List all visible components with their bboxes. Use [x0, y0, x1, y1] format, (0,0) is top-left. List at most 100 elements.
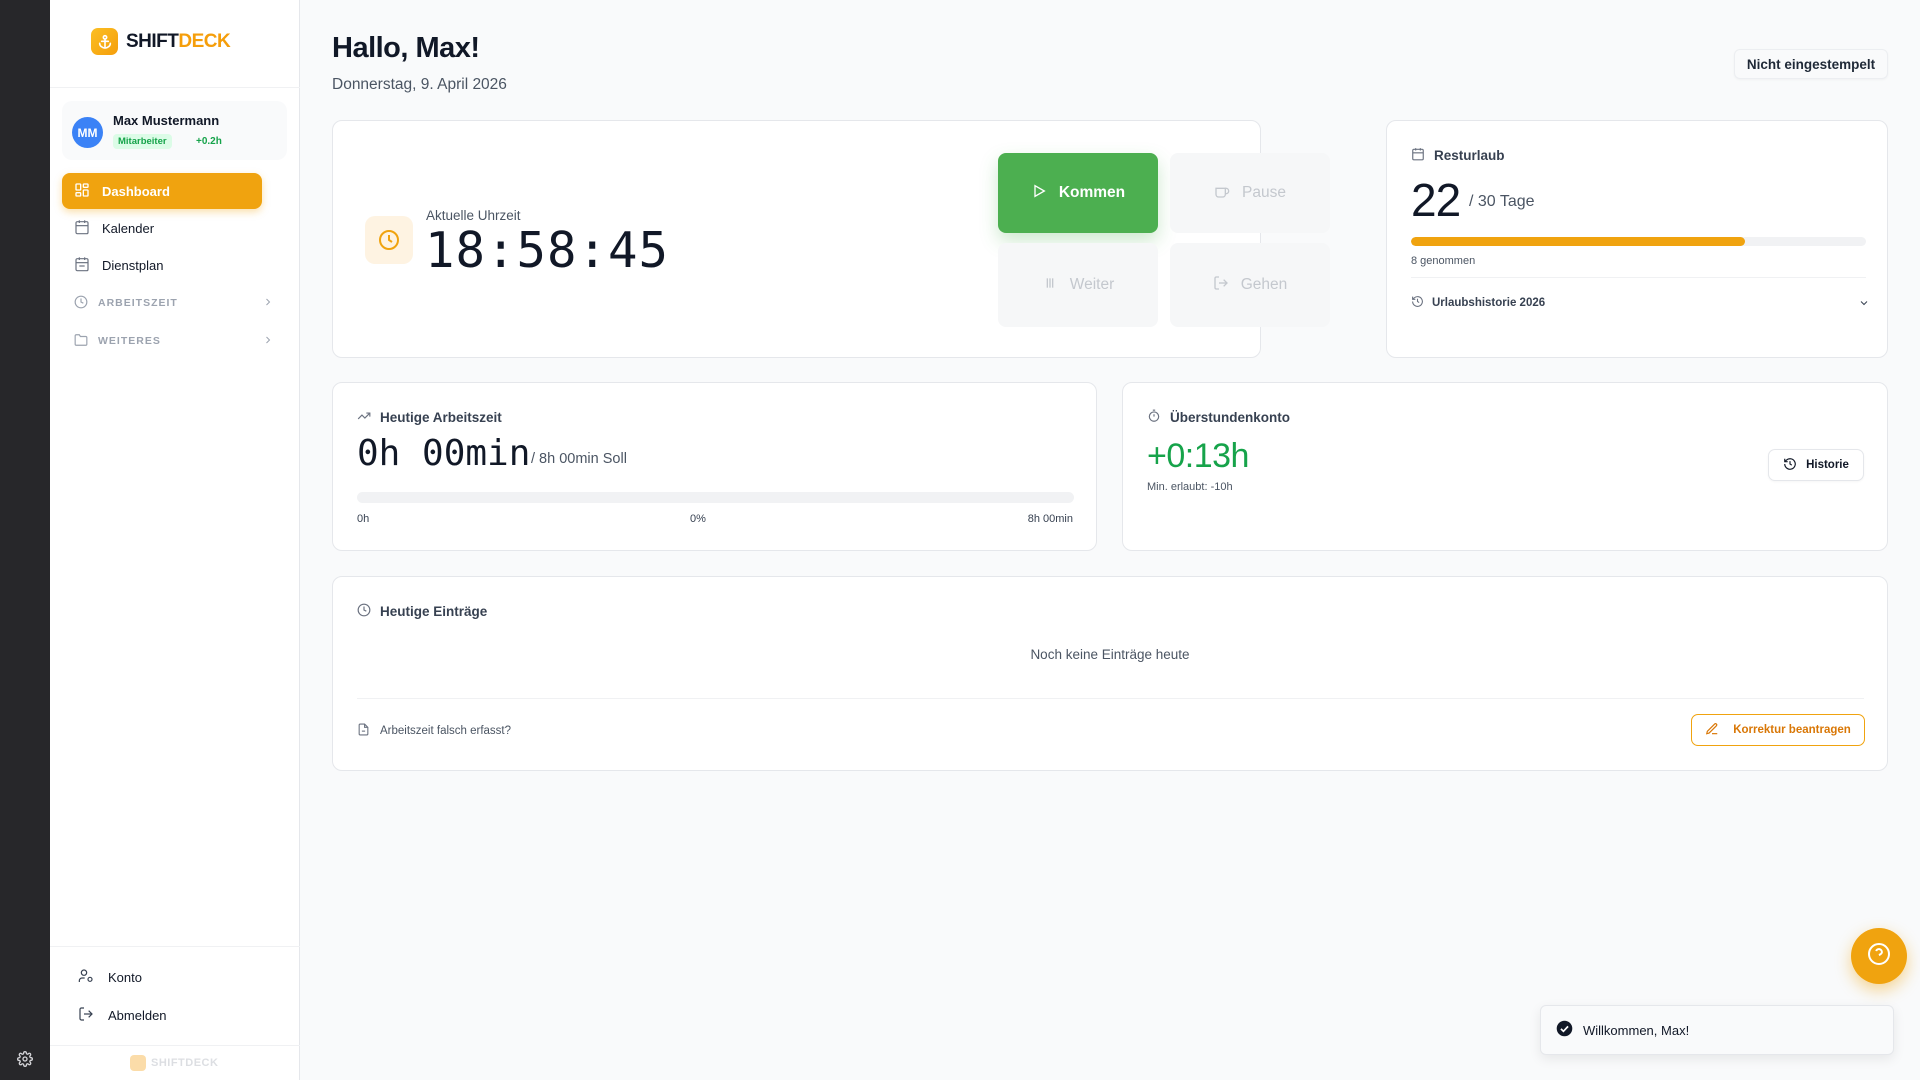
clock-icon [365, 216, 413, 264]
weiter-label: Weiter [1069, 276, 1115, 293]
vacation-remaining: 22 [1411, 174, 1461, 226]
kommen-label: Kommen [1058, 184, 1126, 201]
sidebar-nav: Dashboard Kalender Dienstplan ARBEITSZEI… [62, 173, 271, 360]
scale-end: 8h 00min [1027, 513, 1073, 525]
clock-status-badge: Nicht eingestempelt [1734, 49, 1888, 79]
logout-label: Abmelden [108, 1008, 167, 1023]
scale-start: 0h [357, 513, 370, 525]
divider [50, 946, 300, 947]
vacation-history-toggle[interactable]: Urlaubshistorie 2026 [1411, 295, 1545, 311]
pause-label: Pause [1242, 184, 1286, 201]
folder-icon [74, 333, 88, 350]
worktime-value: 0h 00min [357, 433, 531, 474]
gehen-label: Gehen [1240, 276, 1288, 293]
footer-brand: SHIFTDECK [130, 1055, 218, 1071]
pause-bars-icon [1042, 275, 1058, 296]
entries-title: Heutige Einträge [357, 603, 487, 620]
chevron-right-icon [262, 334, 274, 349]
worktime-title: Heutige Arbeitszeit [357, 409, 502, 426]
sidebar-group-label: WEITERES [98, 335, 161, 347]
sidebar-item-label: Dienstplan [102, 257, 164, 273]
sidebar-item-label: Dashboard [102, 183, 170, 199]
pencil-icon [1705, 722, 1719, 739]
sidebar: SHIFTDECK MM Max Mustermann Mitarbeiter … [50, 0, 300, 1080]
overtime-title: Überstundenkonto [1147, 409, 1290, 426]
entries-card: Heutige Einträge Noch keine Einträge heu… [332, 576, 1888, 771]
user-balance: +0.2h [196, 136, 222, 147]
weiter-button[interactable]: Weiter [998, 243, 1158, 327]
help-button[interactable] [1851, 928, 1907, 984]
check-circle-icon [1556, 1020, 1573, 1040]
sidebar-group-weiteres[interactable]: WEITERES [62, 322, 271, 360]
vacation-title: Resturlaub [1411, 147, 1505, 164]
correction-hint: Arbeitszeit falsch erfasst? [357, 723, 511, 739]
request-correction-button[interactable]: Korrektur beantragen [1691, 714, 1865, 746]
user-settings-icon [78, 968, 94, 987]
user-card: MM Max Mustermann Mitarbeiter +0.2h [62, 101, 287, 160]
chevron-right-icon [262, 296, 274, 311]
role-badge: Mitarbeiter [113, 134, 172, 149]
current-date: Donnerstag, 9. April 2026 [332, 76, 507, 93]
vacation-progress-fill [1411, 237, 1745, 246]
calendar-icon [1411, 147, 1425, 164]
divider [50, 87, 300, 88]
chevron-down-icon[interactable] [1858, 296, 1870, 314]
sidebar-item-dashboard[interactable]: Dashboard [62, 173, 262, 209]
logout-link[interactable]: Abmelden [78, 1006, 167, 1025]
clock-icon [357, 603, 371, 620]
worktime-card: Heutige Arbeitszeit 0h 00min / 8h 00min … [332, 382, 1097, 551]
vacation-progress [1411, 237, 1866, 246]
trending-up-icon [357, 409, 371, 426]
toast-message: Willkommen, Max! [1583, 1022, 1690, 1038]
dashboard-icon [74, 182, 90, 201]
logout-icon [78, 1006, 94, 1025]
clock-icon [74, 295, 88, 312]
sidebar-item-kalender[interactable]: Kalender [62, 210, 262, 246]
overtime-history-button[interactable]: Historie [1768, 449, 1864, 481]
sidebar-group-label: ARBEITSZEIT [98, 297, 178, 309]
overtime-value: +0:13h [1147, 437, 1249, 475]
time-clock-card: Aktuelle Uhrzeit 18:58:45 Kommen Pause W… [332, 120, 1330, 358]
account-link[interactable]: Konto [78, 968, 142, 987]
clock-time: 18:58:45 [425, 222, 670, 279]
history-icon [1783, 457, 1797, 474]
scale-percent: 0% [690, 513, 706, 525]
help-circle-icon [1867, 942, 1891, 971]
calendar-icon [74, 256, 90, 275]
page-title: Hallo, Max! [332, 32, 480, 64]
sidebar-item-dienstplan[interactable]: Dienstplan [62, 247, 262, 283]
worktime-target: / 8h 00min Soll [531, 451, 627, 467]
divider [1411, 277, 1866, 278]
clock-label: Aktuelle Uhrzeit [426, 208, 521, 223]
entries-empty-state: Noch keine Einträge heute [1030, 647, 1190, 662]
history-icon [1411, 295, 1424, 311]
play-icon [1031, 183, 1047, 204]
avatar: MM [72, 117, 103, 148]
brand-logo[interactable]: SHIFTDECK [91, 28, 231, 55]
user-name: Max Mustermann [113, 113, 220, 128]
sidebar-item-label: Kalender [102, 220, 155, 236]
divider [357, 698, 1864, 699]
vacation-taken: 8 genommen [1411, 255, 1476, 267]
anchor-icon [91, 28, 118, 55]
vacation-total: / 30 Tage [1469, 193, 1535, 210]
overtime-card: Überstundenkonto +0:13h Min. erlaubt: -1… [1122, 382, 1888, 551]
anchor-icon [130, 1055, 146, 1071]
overtime-min-allowed: Min. erlaubt: -10h [1147, 481, 1233, 493]
kommen-button[interactable]: Kommen [998, 153, 1158, 233]
coffee-icon [1214, 183, 1230, 204]
vacation-card: Resturlaub 22 / 30 Tage 8 genommen Urlau… [1386, 120, 1888, 358]
sidebar-group-arbeitszeit[interactable]: ARBEITSZEIT [62, 284, 271, 322]
account-label: Konto [108, 970, 142, 985]
file-warning-icon [357, 723, 370, 739]
worktime-progress [357, 492, 1074, 503]
divider [50, 1045, 300, 1046]
calendar-icon [74, 219, 90, 238]
pause-button[interactable]: Pause [1170, 153, 1330, 233]
gehen-button[interactable]: Gehen [1170, 243, 1330, 327]
timer-icon [1147, 409, 1161, 426]
logout-icon [1213, 275, 1229, 296]
welcome-toast: Willkommen, Max! [1540, 1005, 1894, 1055]
settings-gear-icon[interactable] [14, 1048, 36, 1070]
app-rail [0, 0, 50, 1080]
